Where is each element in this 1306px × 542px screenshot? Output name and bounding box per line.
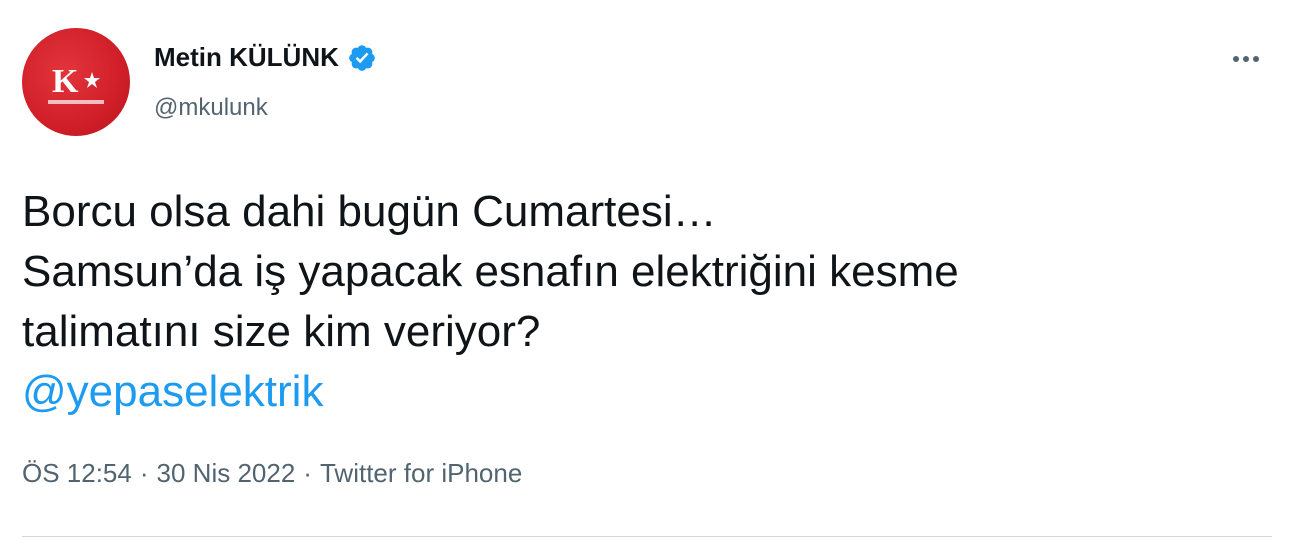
tweet-time[interactable]: ÖS 12:54	[22, 458, 132, 489]
tweet-text-line: Borcu olsa dahi bugün Cumartesi…	[22, 187, 717, 236]
tweet-text: Borcu olsa dahi bugün Cumartesi… Samsun’…	[22, 182, 1272, 422]
meta-separator: ·	[303, 458, 312, 488]
tweet-text-line: Samsun’da iş yapacak esnafın elektriğini…	[22, 247, 959, 296]
svg-text:K: K	[52, 63, 79, 100]
profile-logo-icon: K	[48, 61, 104, 104]
author-display-name[interactable]: Metin KÜLÜNK	[154, 42, 339, 73]
tweet-source[interactable]: Twitter for iPhone	[320, 458, 522, 489]
mention-link[interactable]: @yepaselektrik	[22, 362, 1272, 422]
tweet-date[interactable]: 30 Nis 2022	[157, 458, 296, 489]
avatar[interactable]: K	[22, 28, 130, 136]
meta-separator: ·	[139, 458, 149, 488]
tweet-meta: ÖS 12:54 · 30 Nis 2022 · Twitter for iPh…	[22, 458, 522, 489]
author-name-row: Metin KÜLÜNK	[154, 42, 377, 73]
more-horizontal-icon	[1233, 56, 1239, 62]
verified-badge-icon	[347, 43, 377, 73]
author-handle[interactable]: @mkulunk	[154, 94, 268, 122]
tweet-card: K Metin KÜLÜNK @mkulunk Borcu olsa dahi …	[0, 0, 1306, 542]
more-options-button[interactable]	[1224, 44, 1268, 74]
tweet-text-line: talimatını size kim veriyor?	[22, 307, 541, 356]
divider	[22, 536, 1272, 537]
